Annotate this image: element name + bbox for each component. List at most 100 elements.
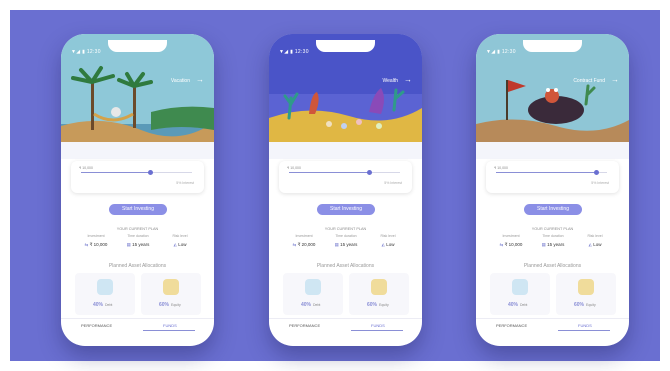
allocation-name: Equity bbox=[379, 303, 389, 307]
start-investing-button[interactable]: Start Investing bbox=[524, 204, 582, 215]
back-arrow-icon[interactable]: → bbox=[404, 75, 412, 84]
allocation-name: Debt bbox=[313, 303, 321, 307]
stat-value: ▦ 15 years bbox=[334, 242, 358, 247]
allocation-equity-card[interactable]: 60% Equity bbox=[556, 273, 616, 315]
slider-interest-label: 5% Interest bbox=[384, 181, 402, 185]
active-tab-indicator bbox=[558, 330, 610, 331]
tab-performance[interactable]: PERFORMANCE bbox=[81, 323, 112, 328]
bottom-tabs: PERFORMANCE FUNDS bbox=[61, 318, 214, 333]
stat-label: Time duration bbox=[542, 234, 564, 238]
stat-label: Investment bbox=[87, 234, 105, 238]
phone-vacation: ▼◢ ▮ 12:30 Vacation → ₹ 10,000 5% Intere… bbox=[61, 34, 214, 346]
fund-title: Contract Fund bbox=[573, 78, 605, 84]
stat-label: Investment bbox=[295, 234, 313, 238]
slider-amount-label: ₹ 10,000 bbox=[287, 166, 301, 170]
slider-handle[interactable] bbox=[593, 170, 599, 175]
plan-stats: Investment ⇆ ₹ 20,000 Time duration ▦ 15… bbox=[283, 234, 408, 252]
slider-interest-label: 5% Interest bbox=[591, 181, 609, 185]
presentation-background: ▼◢ ▮ 12:30 Vacation → ₹ 10,000 5% Intere… bbox=[10, 10, 660, 361]
phone-notch bbox=[523, 40, 582, 52]
plan-summary-title: YOUR CURRENT PLAN bbox=[324, 227, 367, 231]
fund-title: Vacation bbox=[170, 78, 190, 84]
stat-label: Risk level bbox=[172, 234, 188, 238]
stat-value: ◭ Low bbox=[588, 242, 602, 247]
allocation-percent: 60% bbox=[574, 302, 585, 308]
slider-fill bbox=[496, 172, 596, 173]
equity-bag-icon bbox=[371, 279, 387, 295]
tab-funds[interactable]: FUNDS bbox=[371, 323, 385, 328]
start-investing-button[interactable]: Start Investing bbox=[317, 204, 375, 215]
allocation-name: Equity bbox=[586, 303, 596, 307]
stat-investment: Investment ⇆ ₹ 10,000 bbox=[490, 234, 532, 248]
stat-label: Risk level bbox=[587, 234, 603, 238]
stat-value: ⇆ ₹ 20,000 bbox=[292, 242, 316, 247]
allocation-percent: 40% bbox=[93, 302, 104, 308]
phone-notch bbox=[316, 40, 375, 52]
allocation-name: Debt bbox=[105, 303, 113, 307]
bottom-tabs: PERFORMANCE FUNDS bbox=[269, 318, 422, 333]
plan-stats: Investment ⇆ ₹ 10,000 Time duration ▦ 15… bbox=[490, 234, 615, 252]
stat-value: ⇆ ₹ 10,000 bbox=[499, 242, 523, 247]
active-tab-indicator bbox=[351, 330, 403, 331]
investment-slider-card: ₹ 10,000 5% Interest bbox=[279, 161, 412, 193]
hero-illustration: ▼◢ ▮ 12:30 Wealth → bbox=[269, 34, 422, 159]
slider-handle[interactable] bbox=[366, 170, 372, 175]
plan-stats: Investment ⇆ ₹ 10,000 Time duration ▦ 15… bbox=[75, 234, 200, 252]
stat-investment: Investment ⇆ ₹ 10,000 bbox=[75, 234, 117, 248]
debt-jar-icon bbox=[512, 279, 528, 295]
hero-illustration: ▼◢ ▮ 12:30 Contract Fund → bbox=[476, 34, 629, 159]
back-arrow-icon[interactable]: → bbox=[611, 75, 619, 84]
slider-amount-label: ₹ 10,000 bbox=[79, 166, 93, 170]
stat-risk: Risk level ◭ Low bbox=[159, 234, 201, 248]
allocation-percent: 40% bbox=[508, 302, 519, 308]
tab-performance[interactable]: PERFORMANCE bbox=[496, 323, 527, 328]
start-investing-button[interactable]: Start Investing bbox=[109, 204, 167, 215]
stat-value: ▦ 15 years bbox=[541, 242, 565, 247]
allocation-name: Debt bbox=[520, 303, 528, 307]
phone-wealth: ▼◢ ▮ 12:30 Wealth → ₹ 10,000 5% Interest… bbox=[269, 34, 422, 346]
slider-fill bbox=[289, 172, 369, 173]
allocation-equity-card[interactable]: 60% Equity bbox=[141, 273, 201, 315]
slider-track[interactable] bbox=[496, 170, 607, 175]
status-bar: ▼◢ ▮ 12:30 bbox=[279, 49, 309, 55]
stat-value: ⇆ ₹ 10,000 bbox=[84, 242, 108, 247]
stat-risk: Risk level ◭ Low bbox=[574, 234, 616, 248]
tab-funds[interactable]: FUNDS bbox=[163, 323, 177, 328]
slider-fill bbox=[81, 172, 150, 173]
slider-track[interactable] bbox=[81, 170, 192, 175]
slider-handle[interactable] bbox=[147, 170, 153, 175]
stat-value: ◭ Low bbox=[381, 242, 395, 247]
active-tab-indicator bbox=[143, 330, 195, 331]
tab-funds[interactable]: FUNDS bbox=[578, 323, 592, 328]
slider-amount-label: ₹ 10,000 bbox=[494, 166, 508, 170]
stat-duration: Time duration ▦ 15 years bbox=[117, 234, 159, 248]
tab-performance[interactable]: PERFORMANCE bbox=[289, 323, 320, 328]
allocation-debt-card[interactable]: 40% Debt bbox=[490, 273, 550, 315]
slider-track[interactable] bbox=[289, 170, 400, 175]
stat-label: Time duration bbox=[335, 234, 357, 238]
hero-illustration: ▼◢ ▮ 12:30 Vacation → bbox=[61, 34, 214, 159]
equity-bag-icon bbox=[163, 279, 179, 295]
stat-label: Time duration bbox=[127, 234, 149, 238]
plan-summary-title: YOUR CURRENT PLAN bbox=[116, 227, 159, 231]
stat-duration: Time duration ▦ 15 years bbox=[532, 234, 574, 248]
investment-slider-card: ₹ 10,000 5% Interest bbox=[71, 161, 204, 193]
stat-investment: Investment ⇆ ₹ 20,000 bbox=[283, 234, 325, 248]
equity-bag-icon bbox=[578, 279, 594, 295]
phone-contract-fund: ▼◢ ▮ 12:30 Contract Fund → ₹ 10,000 5% I… bbox=[476, 34, 629, 346]
allocation-debt-card[interactable]: 40% Debt bbox=[283, 273, 343, 315]
stat-label: Risk level bbox=[380, 234, 396, 238]
allocation-debt-card[interactable]: 40% Debt bbox=[75, 273, 135, 315]
stat-value: ◭ Low bbox=[173, 242, 187, 247]
debt-jar-icon bbox=[305, 279, 321, 295]
phone-notch bbox=[108, 40, 167, 52]
stat-value: ▦ 15 years bbox=[126, 242, 150, 247]
status-bar: ▼◢ ▮ 12:30 bbox=[71, 49, 101, 55]
bottom-tabs: PERFORMANCE FUNDS bbox=[476, 318, 629, 333]
status-bar: ▼◢ ▮ 12:30 bbox=[486, 49, 516, 55]
allocation-title: Planned Asset Allocations bbox=[316, 263, 375, 269]
back-arrow-icon[interactable]: → bbox=[196, 75, 204, 84]
allocation-title: Planned Asset Allocations bbox=[523, 263, 582, 269]
allocation-equity-card[interactable]: 60% Equity bbox=[349, 273, 409, 315]
plan-summary-title: YOUR CURRENT PLAN bbox=[531, 227, 574, 231]
